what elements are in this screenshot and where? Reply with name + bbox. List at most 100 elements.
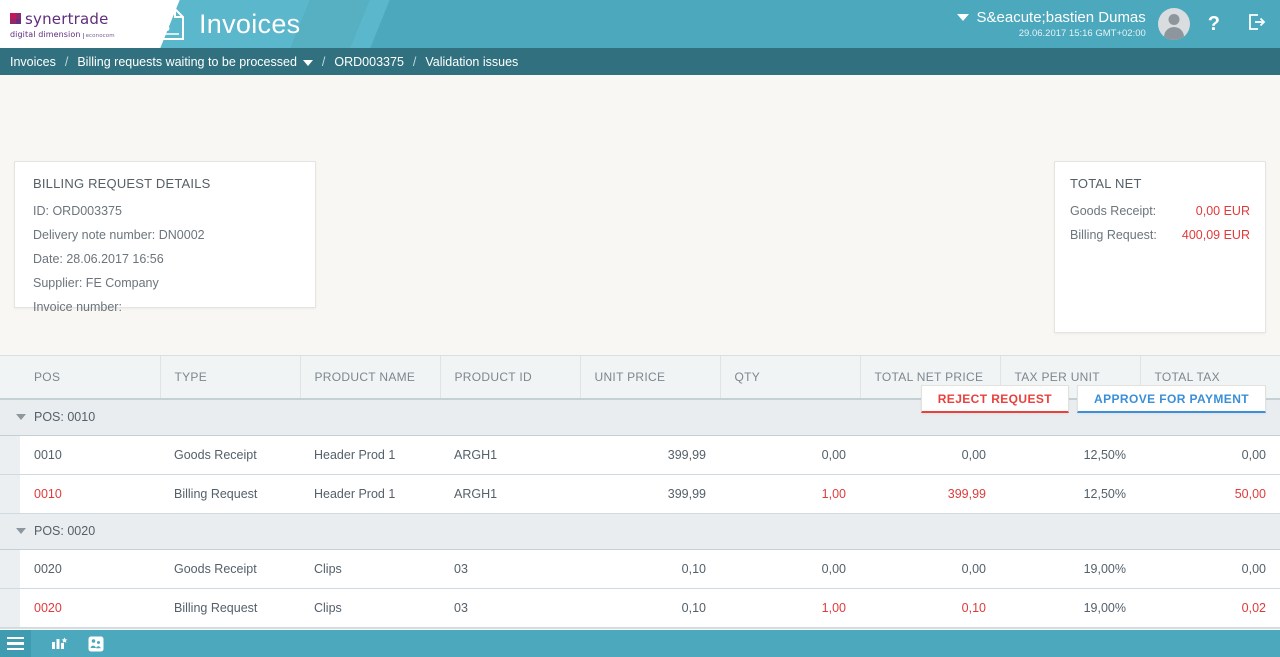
cell-unit-price: 0,10	[580, 588, 720, 628]
breadcrumb-item-billing-requests-label: Billing requests waiting to be processed	[77, 54, 297, 69]
app-header: synertrade digital dimension econocom $ …	[0, 0, 1280, 48]
cell-total-net-price: 0,00	[860, 549, 1000, 589]
table-body: POS: 0010 0010 Goods Receipt Header Prod…	[0, 399, 1280, 628]
cell-qty: 0,00	[720, 435, 860, 475]
table-row[interactable]: 0020 Goods Receipt Clips 03 0,10 0,00 0,…	[0, 549, 1280, 589]
brand-logo[interactable]: synertrade digital dimension econocom	[0, 0, 140, 48]
column-header-product-id[interactable]: PRODUCT ID	[440, 356, 581, 400]
details-line-id: ID: ORD003375	[33, 204, 122, 218]
cell-pos: 0010	[20, 435, 160, 475]
breadcrumb-item-invoices[interactable]: Invoices	[10, 55, 56, 69]
collapse-triangle-icon[interactable]	[16, 413, 26, 420]
totals-label-billing-request: Billing Request:	[1070, 228, 1157, 242]
bar-chart-icon[interactable]	[51, 636, 68, 651]
user-menu[interactable]: S&eacute;bastien Dumas 29.06.2017 15:16 …	[956, 9, 1146, 39]
cell-pos: 0010	[20, 474, 160, 514]
approve-for-payment-button[interactable]: APPROVE FOR PAYMENT	[1077, 385, 1266, 413]
group-row-label-1: POS: 0020	[34, 524, 96, 538]
details-line-delivery-note: Delivery note number: DN0002	[33, 228, 205, 242]
logo-wordmark: synertrade	[25, 9, 109, 28]
column-header-type[interactable]: TYPE	[160, 356, 301, 400]
cell-pos: 0020	[20, 588, 160, 628]
user-name-row: S&eacute;bastien Dumas	[956, 9, 1146, 26]
cell-tax-per-unit: 19,00%	[1000, 588, 1140, 628]
group-row-label-0: POS: 0010	[34, 410, 96, 425]
totals-card-title: TOTAL NET	[1070, 176, 1142, 191]
footer-bar	[0, 630, 1280, 657]
table-row[interactable]: 0020 Billing Request Clips 03 0,10 1,00 …	[0, 588, 1280, 628]
cell-total-net-price: 0,10	[860, 588, 1000, 628]
avatar[interactable]	[1157, 8, 1190, 40]
cell-type: Billing Request	[160, 474, 300, 514]
column-header-product-name[interactable]: PRODUCT NAME	[300, 356, 441, 400]
details-line-invoice-number: Invoice number:	[33, 300, 122, 314]
cell-total-tax: 0,00	[1140, 435, 1280, 475]
table-group-row[interactable]: POS: 0020	[0, 513, 1280, 550]
row-stripe	[0, 588, 20, 628]
cell-tax-per-unit: 12,50%	[1000, 474, 1140, 514]
logo-econocom-text: econocom	[82, 32, 115, 39]
synertrade-logo-icon	[10, 13, 21, 24]
group-row-cell-1: POS: 0020	[0, 513, 1280, 550]
chevron-down-icon[interactable]	[302, 59, 313, 66]
table-stripe-header	[0, 356, 20, 400]
collapse-triangle-icon[interactable]	[16, 527, 26, 534]
cell-total-tax: 0,00	[1140, 549, 1280, 589]
main-content: BILLING REQUEST DETAILS ID: ORD003375 De…	[0, 75, 1280, 657]
cell-product-name: Header Prod 1	[300, 474, 440, 514]
breadcrumb-item-validation-issues: Validation issues	[425, 54, 519, 69]
cell-type: Goods Receipt	[160, 549, 300, 589]
breadcrumb-item-billing-requests[interactable]: Billing requests waiting to be processed	[77, 55, 313, 69]
cell-tax-per-unit: 12,50%	[1000, 435, 1140, 475]
reject-request-button[interactable]: REJECT REQUEST	[920, 385, 1070, 413]
header-right-group: S&eacute;bastien Dumas 29.06.2017 15:16 …	[956, 0, 1280, 48]
table-row[interactable]: 0010 Billing Request Header Prod 1 ARGH1…	[0, 474, 1280, 514]
cell-product-id: ARGH1	[440, 435, 580, 475]
cell-total-tax: 0,02	[1140, 588, 1280, 628]
cell-unit-price: 399,99	[580, 435, 720, 475]
breadcrumb-item-order-id[interactable]: ORD003375	[334, 55, 404, 69]
row-stripe	[0, 474, 20, 514]
cell-type: Billing Request	[160, 588, 300, 628]
cell-unit-price: 399,99	[580, 474, 720, 514]
cell-total-net-price: 0,00	[860, 435, 1000, 475]
hamburger-menu-icon[interactable]	[0, 630, 31, 657]
help-icon[interactable]: ?	[1208, 13, 1220, 36]
report-icon[interactable]	[88, 636, 104, 652]
breadcrumb-separator: /	[64, 54, 69, 69]
cell-qty: 1,00	[720, 588, 860, 628]
cell-product-id: 03	[440, 588, 580, 628]
page-title: Invoices	[199, 8, 301, 39]
user-timestamp: 29.06.2017 15:16 GMT+02:00	[1018, 28, 1146, 39]
table-row[interactable]: 0010 Goods Receipt Header Prod 1 ARGH1 3…	[0, 435, 1280, 475]
cell-product-name: Header Prod 1	[300, 435, 440, 475]
logout-icon[interactable]	[1246, 12, 1266, 37]
cell-product-name: Clips	[300, 588, 440, 628]
row-stripe	[0, 435, 20, 475]
logo-row: synertrade	[10, 10, 140, 28]
column-header-pos[interactable]: POS	[20, 356, 161, 400]
details-card-title: BILLING REQUEST DETAILS	[33, 176, 211, 191]
column-header-qty[interactable]: QTY	[720, 356, 861, 400]
details-line-date: Date: 28.06.2017 16:56	[33, 252, 164, 266]
column-header-unit-price[interactable]: UNIT PRICE	[580, 356, 721, 400]
cell-qty: 0,00	[720, 549, 860, 589]
cell-product-id: 03	[440, 549, 580, 589]
totals-row-billing-request: Billing Request: 400,09 EUR	[1070, 228, 1250, 242]
logo-tagline-text: digital dimension	[10, 29, 81, 39]
cell-pos: 0020	[20, 549, 160, 589]
cell-type: Goods Receipt	[160, 435, 300, 475]
chevron-down-icon	[956, 14, 969, 21]
cell-product-name: Clips	[300, 549, 440, 589]
totals-value-goods-receipt: 0,00 EUR	[1195, 204, 1250, 218]
cell-qty: 1,00	[720, 474, 860, 514]
cell-product-id: ARGH1	[440, 474, 580, 514]
billing-request-details-card: BILLING REQUEST DETAILS ID: ORD003375 De…	[14, 161, 316, 314]
row-stripe	[0, 549, 20, 589]
cell-unit-price: 0,10	[580, 549, 720, 589]
details-line-supplier: Supplier: FE Company	[33, 276, 159, 290]
page-title-group: $ Invoices	[155, 0, 300, 48]
cell-tax-per-unit: 19,00%	[1000, 549, 1140, 589]
totals-value-billing-request: 400,09 EUR	[1181, 228, 1250, 242]
cell-total-tax: 50,00	[1140, 474, 1280, 514]
